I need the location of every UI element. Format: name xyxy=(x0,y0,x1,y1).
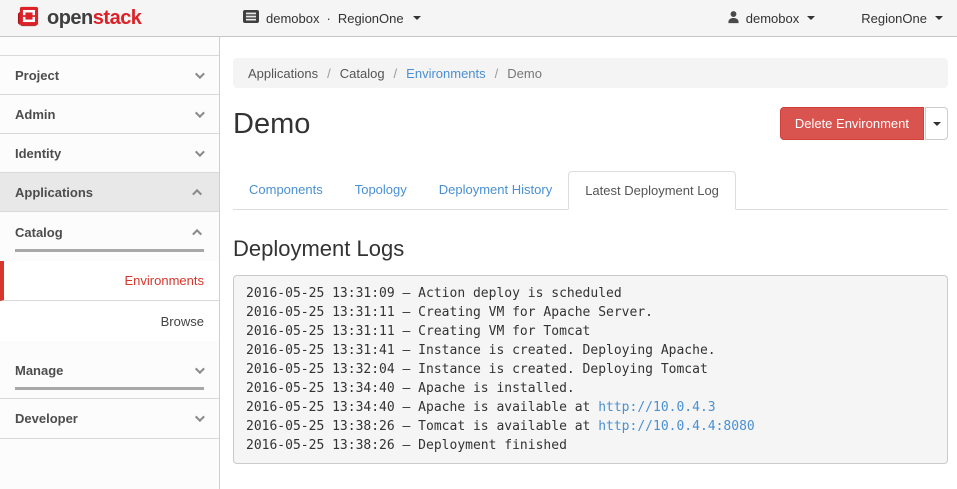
log-url-link[interactable]: http://10.0.4.4:8080 xyxy=(598,419,755,434)
deployment-logs-heading: Deployment Logs xyxy=(233,236,948,262)
openstack-brand[interactable]: openstack xyxy=(0,5,141,31)
manage-group-block: Manage xyxy=(0,350,219,399)
sidebar-section-label: Applications xyxy=(15,185,93,200)
breadcrumb-environments-link[interactable]: Environments xyxy=(406,66,485,81)
log-entry: 2016-05-25 13:38:26 — Tomcat is availabl… xyxy=(246,417,935,436)
project-list-icon xyxy=(243,10,259,26)
chevron-up-icon xyxy=(192,188,202,198)
chevron-down-icon xyxy=(195,364,205,374)
sidebar: Project Admin Identity Applications Cata… xyxy=(0,37,220,489)
region-menu[interactable]: RegionOne xyxy=(861,11,943,26)
delete-environment-dropdown-toggle[interactable] xyxy=(925,107,948,140)
tab-deployment-history[interactable]: Deployment History xyxy=(423,171,568,210)
tab-components[interactable]: Components xyxy=(233,171,339,210)
project-region-switcher[interactable]: demobox · RegionOne xyxy=(243,10,421,26)
sidebar-group-label: Manage xyxy=(15,363,63,378)
sidebar-section-label: Developer xyxy=(15,411,78,426)
chevron-down-icon xyxy=(413,16,421,20)
sidebar-item-environments[interactable]: Environments xyxy=(0,261,219,301)
sidebar-group-manage[interactable]: Manage xyxy=(0,350,219,378)
main-content: Applications / Catalog / Environments / … xyxy=(220,37,957,489)
breadcrumb-current: Demo xyxy=(507,66,542,81)
sidebar-item-identity[interactable]: Identity xyxy=(0,134,219,173)
sidebar-item-project[interactable]: Project xyxy=(0,56,219,95)
chevron-up-icon xyxy=(192,229,202,239)
sidebar-item-label: Environments xyxy=(125,273,204,288)
context-region-label: RegionOne xyxy=(338,11,404,26)
log-entry: 2016-05-25 13:31:11 — Creating VM for To… xyxy=(246,322,935,341)
context-separator: · xyxy=(326,11,330,26)
log-entry: 2016-05-25 13:31:11 — Creating VM for Ap… xyxy=(246,303,935,322)
log-entry: 2016-05-25 13:38:26 — Deployment finishe… xyxy=(246,436,935,455)
log-entry: 2016-05-25 13:32:04 — Instance is create… xyxy=(246,360,935,379)
sidebar-item-label: Browse xyxy=(161,314,204,329)
breadcrumb-applications: Applications xyxy=(248,66,318,81)
sidebar-section-label: Project xyxy=(15,68,59,83)
chevron-down-icon xyxy=(935,16,943,20)
chevron-down-icon xyxy=(807,16,815,20)
user-menu-label: demobox xyxy=(746,11,799,26)
sidebar-item-browse[interactable]: Browse xyxy=(0,301,219,341)
breadcrumb: Applications / Catalog / Environments / … xyxy=(233,58,948,88)
log-entry: 2016-05-25 13:31:41 — Instance is create… xyxy=(246,341,935,360)
sidebar-group-label: Catalog xyxy=(15,225,63,240)
sidebar-section-label: Admin xyxy=(15,107,55,122)
chevron-down-icon xyxy=(195,412,205,422)
environment-actions: Delete Environment xyxy=(780,107,948,140)
context-project-label: demobox xyxy=(266,11,319,26)
sidebar-item-admin[interactable]: Admin xyxy=(0,95,219,134)
user-icon xyxy=(727,10,740,27)
navbar-right: demobox RegionOne xyxy=(727,10,957,27)
tab-bar: Components Topology Deployment History L… xyxy=(233,170,948,210)
brand-text: openstack xyxy=(47,7,141,30)
page-title: Demo xyxy=(233,107,310,141)
top-navbar: openstack demobox · RegionOne demobox xyxy=(0,0,957,37)
log-entry: 2016-05-25 13:34:40 — Apache is installe… xyxy=(246,379,935,398)
chevron-down-icon xyxy=(933,122,941,126)
sidebar-group-catalog[interactable]: Catalog xyxy=(0,212,219,240)
tab-latest-deployment-log[interactable]: Latest Deployment Log xyxy=(568,171,736,210)
sidebar-item-developer[interactable]: Developer xyxy=(0,399,219,439)
delete-environment-button[interactable]: Delete Environment xyxy=(780,107,924,140)
sidebar-section-label: Identity xyxy=(15,146,61,161)
log-url-link[interactable]: http://10.0.4.3 xyxy=(598,400,715,415)
deployment-log-box: 2016-05-25 13:31:09 — Action deploy is s… xyxy=(233,275,948,464)
chevron-down-icon xyxy=(195,147,205,157)
breadcrumb-catalog: Catalog xyxy=(340,66,385,81)
user-menu[interactable]: demobox xyxy=(727,10,815,27)
log-entry: 2016-05-25 13:31:09 — Action deploy is s… xyxy=(246,284,935,303)
tab-topology[interactable]: Topology xyxy=(339,171,423,210)
chevron-down-icon xyxy=(195,108,205,118)
region-menu-label: RegionOne xyxy=(861,11,927,26)
log-entry: 2016-05-25 13:34:40 — Apache is availabl… xyxy=(246,398,935,417)
sidebar-top-spacer xyxy=(0,37,219,56)
openstack-logo-icon xyxy=(17,5,40,31)
chevron-down-icon xyxy=(195,69,205,79)
sidebar-item-applications[interactable]: Applications xyxy=(0,173,219,212)
